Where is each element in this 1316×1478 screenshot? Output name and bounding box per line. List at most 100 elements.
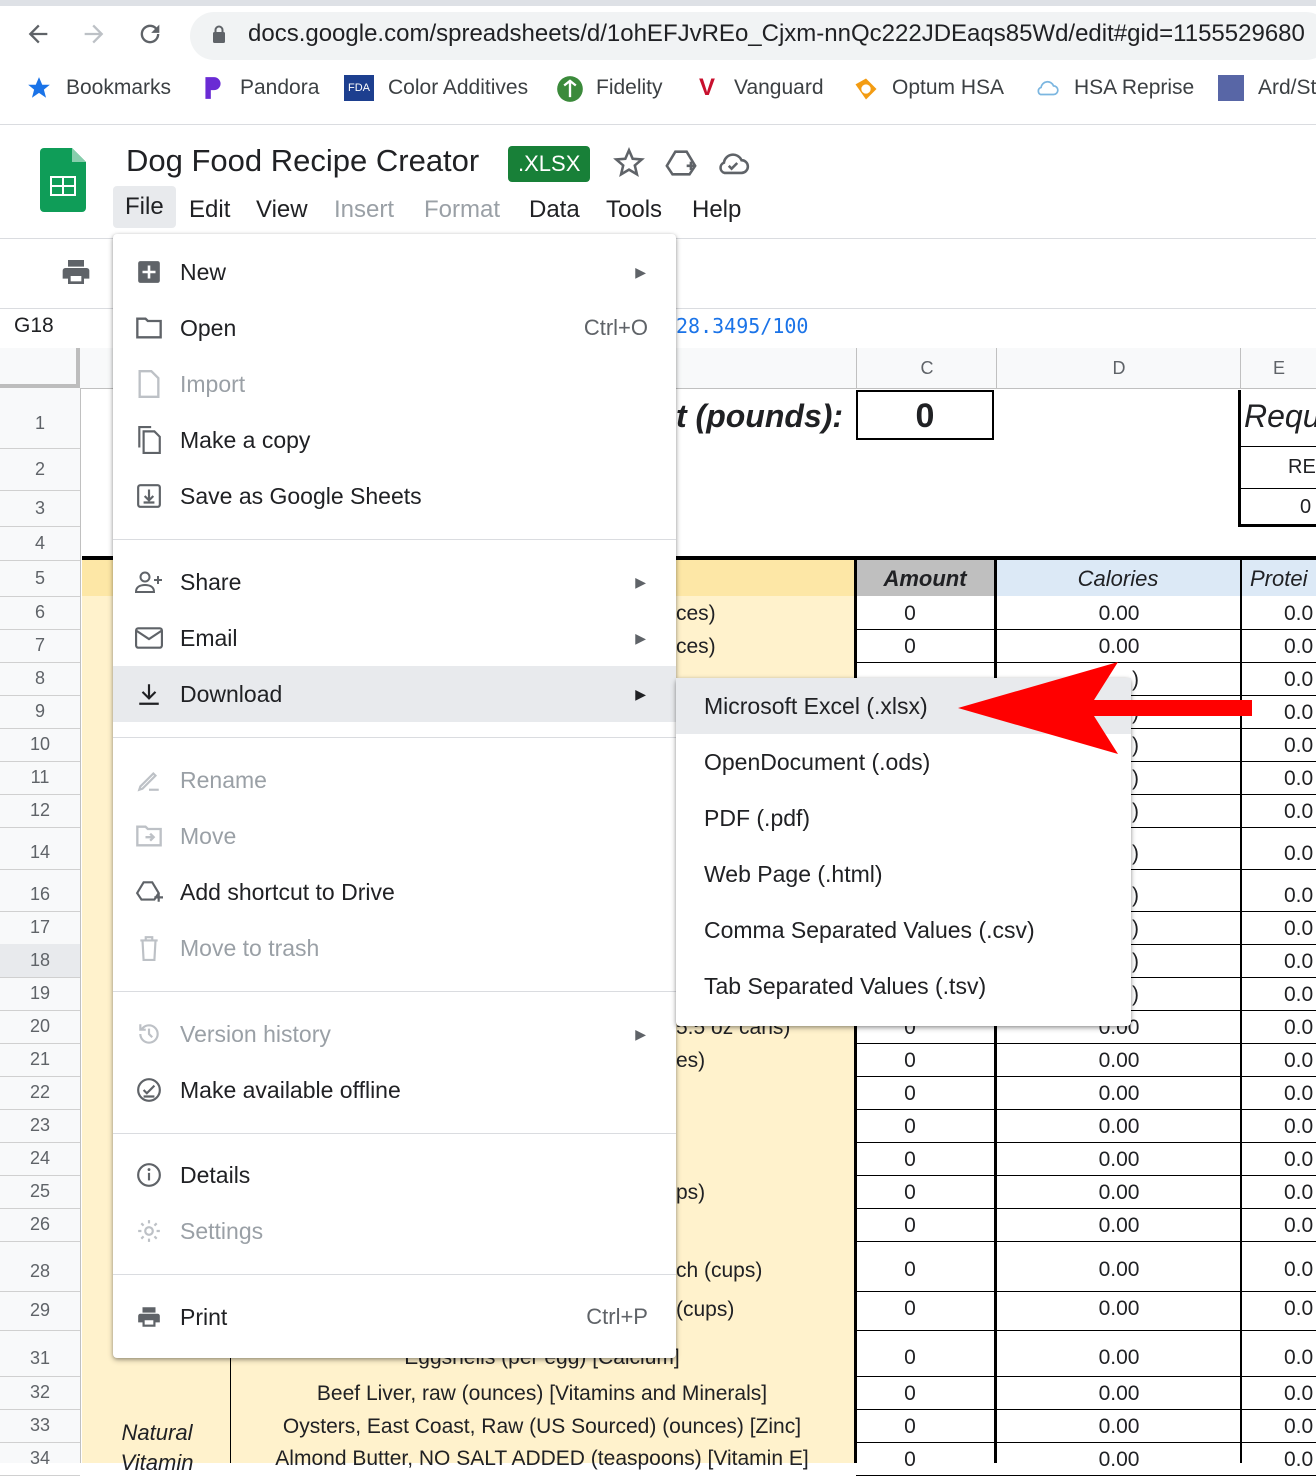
calories-cell[interactable]: ) — [1132, 767, 1139, 791]
amount-cell[interactable]: 0 — [840, 1415, 980, 1439]
menu-item-details[interactable]: Details — [113, 1147, 676, 1203]
protein-cell[interactable]: 0.0 — [1284, 734, 1313, 758]
row-number[interactable]: 34 — [0, 1442, 80, 1475]
download-tsv[interactable]: Tab Separated Values (.tsv) — [676, 958, 1131, 1014]
forward-button[interactable] — [74, 14, 114, 54]
menu-format[interactable]: Format — [412, 194, 512, 226]
download-csv[interactable]: Comma Separated Values (.csv) — [676, 902, 1131, 958]
calories-cell[interactable]: 0.00 — [996, 1148, 1242, 1172]
protein-cell[interactable]: 0.0 — [1284, 1415, 1313, 1439]
bookmark-bookmarks[interactable]: Bookmarks — [26, 75, 171, 101]
bookmark-pandora[interactable]: Pandora — [200, 75, 319, 101]
protein-cell[interactable]: 0.0 — [1284, 950, 1313, 974]
protein-cell[interactable]: 0.0 — [1284, 1181, 1313, 1205]
bookmark-optum-hsa[interactable]: Optum HSA — [852, 75, 1004, 101]
reload-button[interactable] — [130, 14, 170, 54]
protein-cell[interactable]: 0.0 — [1284, 1382, 1313, 1406]
row-number[interactable]: 9 — [0, 695, 80, 728]
row-number[interactable]: 25 — [0, 1175, 80, 1208]
protein-cell[interactable]: 0.0 — [1284, 917, 1313, 941]
amount-cell[interactable]: 0 — [840, 1082, 980, 1106]
sheets-logo-icon[interactable] — [40, 148, 86, 212]
weight-input-cell[interactable]: 0 — [856, 390, 994, 440]
protein-cell[interactable]: 0.0 — [1284, 1115, 1313, 1139]
menu-item-move-to-trash[interactable]: Move to trash — [113, 920, 676, 976]
row-number[interactable]: 6 — [0, 596, 80, 629]
protein-cell[interactable]: 0.0 — [1284, 602, 1313, 626]
calories-cell[interactable]: ) — [1132, 950, 1139, 974]
column-header-e[interactable]: E — [1240, 348, 1316, 388]
print-icon[interactable] — [60, 256, 92, 288]
protein-cell[interactable]: 0.0 — [1284, 842, 1313, 866]
row-number[interactable]: 24 — [0, 1142, 80, 1175]
row-number[interactable]: 12 — [0, 794, 80, 827]
calories-cell[interactable]: 0.00 — [996, 1115, 1242, 1139]
calories-cell[interactable]: 0.00 — [996, 602, 1242, 626]
menu-help[interactable]: Help — [680, 194, 753, 226]
menu-item-make-a-copy[interactable]: Make a copy — [113, 412, 676, 468]
row-number[interactable]: 17 — [0, 911, 80, 944]
row-number[interactable]: 14 — [0, 836, 80, 869]
amount-cell[interactable]: 0 — [840, 1382, 980, 1406]
bookmark-vanguard[interactable]: V Vanguard — [694, 75, 824, 101]
amount-cell[interactable]: 0 — [840, 635, 980, 659]
menu-item-add-shortcut-to-drive[interactable]: Add shortcut to Drive — [113, 864, 676, 920]
protein-cell[interactable]: 0.0 — [1284, 1346, 1313, 1370]
menu-item-new[interactable]: New ▶ — [113, 244, 676, 300]
menu-item-rename[interactable]: Rename — [113, 752, 676, 808]
protein-cell[interactable]: 0.0 — [1284, 767, 1313, 791]
protein-cell[interactable]: 0.0 — [1284, 701, 1313, 725]
row-number[interactable]: 3 — [0, 490, 80, 526]
move-to-drive-icon[interactable] — [664, 146, 698, 180]
calories-cell[interactable]: ) — [1132, 842, 1139, 866]
menu-edit[interactable]: Edit — [177, 194, 242, 226]
amount-cell[interactable]: 0 — [840, 1049, 980, 1073]
row-number[interactable]: 31 — [0, 1340, 80, 1376]
menu-item-make-available-offline[interactable]: Make available offline — [113, 1062, 676, 1118]
select-all-corner[interactable] — [0, 348, 80, 388]
calories-cell[interactable]: 0.00 — [996, 1415, 1242, 1439]
download-html[interactable]: Web Page (.html) — [676, 846, 1131, 902]
protein-cell[interactable]: 0.0 — [1284, 1082, 1313, 1106]
calories-cell[interactable]: 0.00 — [996, 1214, 1242, 1238]
row-number[interactable]: 22 — [0, 1076, 80, 1109]
calories-cell[interactable]: ) — [1132, 917, 1139, 941]
calories-cell[interactable]: 0.00 — [996, 1346, 1242, 1370]
row-number[interactable]: 16 — [0, 878, 80, 911]
calories-cell[interactable]: 0.00 — [996, 1082, 1242, 1106]
protein-cell[interactable]: 0.0 — [1284, 1148, 1313, 1172]
calories-cell[interactable]: ) — [1132, 800, 1139, 824]
protein-cell[interactable]: 0.0 — [1284, 668, 1313, 692]
row-number[interactable]: 10 — [0, 728, 80, 761]
row-number[interactable]: 23 — [0, 1109, 80, 1142]
bookmark-ard[interactable]: Ard/St — [1218, 75, 1316, 101]
row-number[interactable]: 33 — [0, 1409, 80, 1442]
bookmark-fidelity[interactable]: Fidelity — [556, 75, 663, 102]
amount-cell[interactable]: 0 — [840, 1346, 980, 1370]
row-number[interactable]: 1 — [0, 398, 80, 448]
protein-cell[interactable]: 0.0 — [1284, 800, 1313, 824]
protein-cell[interactable]: 0.0 — [1284, 1297, 1313, 1321]
amount-cell[interactable]: 0 — [840, 602, 980, 626]
menu-item-settings[interactable]: Settings — [113, 1203, 676, 1259]
formula-input[interactable]: 28.3495/100 — [676, 314, 808, 338]
amount-cell[interactable]: 0 — [840, 1115, 980, 1139]
menu-file[interactable]: File — [113, 186, 176, 228]
menu-item-download[interactable]: Download ▶ — [113, 666, 676, 722]
menu-item-open[interactable]: Open Ctrl+O — [113, 300, 676, 356]
row-number[interactable]: 7 — [0, 629, 80, 662]
protein-cell[interactable]: 0.0 — [1284, 884, 1313, 908]
calories-cell[interactable]: 0.00 — [996, 1448, 1242, 1472]
row-number[interactable]: 28 — [0, 1252, 80, 1291]
calories-cell[interactable]: 0.00 — [996, 1297, 1242, 1321]
protein-cell[interactable]: 0.0 — [1284, 1448, 1313, 1472]
row-number[interactable]: 29 — [0, 1291, 80, 1330]
menu-item-share[interactable]: Share ▶ — [113, 554, 676, 610]
amount-cell[interactable]: 0 — [840, 1448, 980, 1472]
protein-cell[interactable]: 0.0 — [1284, 1214, 1313, 1238]
calories-cell[interactable]: 0.00 — [996, 1382, 1242, 1406]
menu-view[interactable]: View — [244, 194, 320, 226]
column-header-d[interactable]: D — [996, 348, 1241, 388]
amount-cell[interactable]: 0 — [840, 1297, 980, 1321]
row-number[interactable]: 4 — [0, 526, 80, 560]
